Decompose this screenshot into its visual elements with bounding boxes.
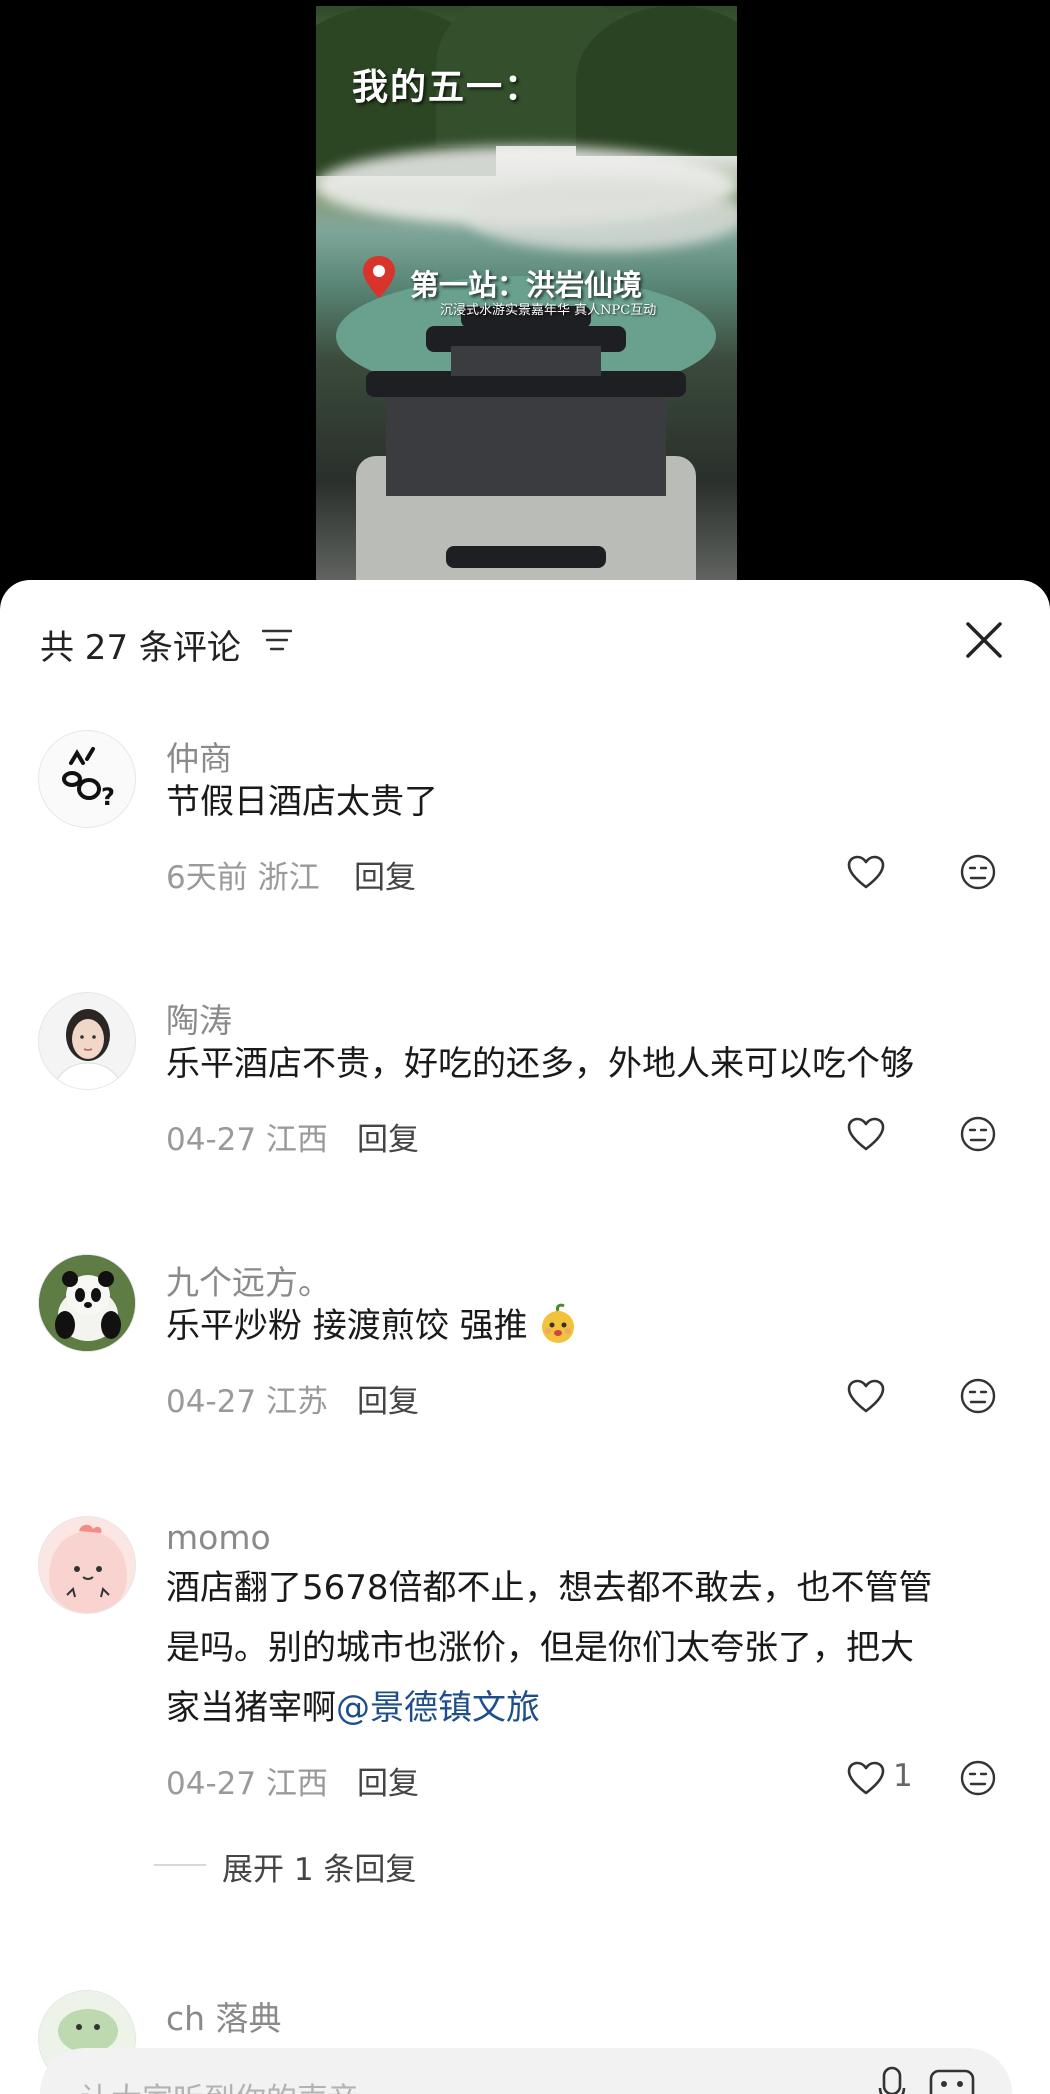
close-icon[interactable] <box>962 618 1006 662</box>
comment-author[interactable]: ch 落典 <box>166 1992 282 2040</box>
comment-input-placeholder[interactable]: 让大家听到你的声音 <box>80 2074 359 2094</box>
video-area[interactable]: 我的五一： 第一站：洪岩仙境 沉浸式水游实景嘉年华 真人NPC互动 <box>0 0 1050 600</box>
heart-icon[interactable] <box>846 854 886 890</box>
heart-icon[interactable] <box>846 1116 886 1152</box>
video-title: 我的五一： <box>352 66 543 108</box>
video-frame[interactable]: 我的五一： 第一站：洪岩仙境 沉浸式水游实景嘉年华 真人NPC互动 <box>316 6 737 600</box>
stop-title: 第一站：洪岩仙境 <box>410 268 643 302</box>
comment-time: 6天前 <box>166 860 248 896</box>
comment-text-content: 乐平炒粉 接渡煎饺 强推 <box>166 1306 528 1346</box>
comment-author[interactable]: momo <box>166 1518 271 1557</box>
avatar[interactable] <box>38 1516 136 1614</box>
comment-location: 浙江 <box>257 860 320 896</box>
comment-text-line: 是吗。别的城市也涨价，但是你们太夸张了，把大 <box>166 1628 914 1668</box>
emoji-reaction-icon[interactable] <box>959 853 997 891</box>
emoji-reaction-icon[interactable] <box>959 1115 997 1153</box>
stop-subtitle: 沉浸式水游实景嘉年华 真人NPC互动 <box>440 303 657 318</box>
reply-button[interactable]: 回复 <box>357 1376 419 1421</box>
comment-text-content: 家当猪宰啊 <box>166 1688 336 1728</box>
reply-button[interactable]: 回复 <box>354 852 416 897</box>
comment-meta: 04-27 江西 <box>166 1758 328 1803</box>
avatar[interactable]: ? <box>38 730 136 828</box>
comment-text: 酒店翻了5678倍都不止，想去都不敢去，也不管管 是吗。别的城市也涨价，但是你们… <box>166 1558 1006 1738</box>
temple-upper <box>451 346 601 376</box>
person-portrait-icon <box>53 1009 123 1089</box>
comment-meta: 04-27 江苏 <box>166 1376 328 1421</box>
comment-text: 乐平酒店不贵，好吃的还多，外地人来可以吃个够 <box>166 1044 914 1084</box>
comment-meta: 6天前 浙江 <box>166 852 320 897</box>
comment-item: ? 仲商 节假日酒店太贵了 6天前 浙江 回复 <box>0 730 1050 970</box>
emoji-reaction-icon[interactable] <box>959 1377 997 1415</box>
gate-roof <box>446 546 606 568</box>
doodle-face-icon: ? <box>62 747 115 811</box>
comment-text-line: 家当猪宰啊@景德镇文旅 <box>166 1678 1006 1738</box>
emoji-mango-icon <box>542 1303 575 1343</box>
location-pin-icon <box>363 256 395 298</box>
pink-mascot-icon <box>39 1517 135 1613</box>
heart-icon[interactable] <box>846 1760 886 1796</box>
comment-time: 04-27 <box>166 1122 257 1158</box>
filter-lines-icon[interactable] <box>262 627 292 653</box>
at-mention-icon[interactable] <box>878 2066 906 2094</box>
avatar[interactable] <box>38 1254 136 1352</box>
sheet-header: 共 27 条评论 <box>0 580 1050 700</box>
comment-time: 04-27 <box>166 1766 257 1802</box>
temple <box>386 386 666 496</box>
reply-button[interactable]: 回复 <box>357 1758 419 1803</box>
image-icon[interactable] <box>928 2068 976 2094</box>
emoji-reaction-icon[interactable] <box>959 1759 997 1797</box>
heart-icon[interactable] <box>846 1378 886 1414</box>
comment-meta: 04-27 江西 <box>166 1114 328 1159</box>
comment-text: 节假日酒店太贵了 <box>166 782 438 822</box>
comment-text-line: 酒店翻了5678倍都不止，想去都不敢去，也不管管 <box>166 1568 933 1608</box>
comment-text: 乐平炒粉 接渡煎饺 强推 <box>166 1296 1006 1356</box>
comment-location: 江西 <box>265 1766 328 1802</box>
expand-divider <box>154 1864 206 1866</box>
comment-sheet: 共 27 条评论 ? 仲商 节假日酒店太贵了 6天前 浙江 回复 陶涛 乐平酒店… <box>0 580 1050 2094</box>
svg-text:?: ? <box>101 783 115 811</box>
avatar[interactable] <box>38 992 136 1090</box>
comment-input-bar[interactable]: 让大家听到你的声音 <box>40 2048 1012 2094</box>
comment-location: 江西 <box>265 1122 328 1158</box>
comment-count: 共 27 条评论 <box>40 628 241 668</box>
mention-link[interactable]: @景德镇文旅 <box>336 1688 540 1728</box>
comment-location: 江苏 <box>265 1384 328 1420</box>
comment-item: momo 酒店翻了5678倍都不止，想去都不敢去，也不管管 是吗。别的城市也涨价… <box>0 1516 1050 1956</box>
panda-icon <box>39 1255 135 1351</box>
mist-cloud <box>466 181 737 251</box>
comment-time: 04-27 <box>166 1384 257 1420</box>
comment-item: 九个远方。 乐平炒粉 接渡煎饺 强推 04-27 江苏 回复 <box>0 1254 1050 1494</box>
comment-item: 陶涛 乐平酒店不贵，好吃的还多，外地人来可以吃个够 04-27 江西 回复 <box>0 992 1050 1232</box>
expand-replies-button[interactable]: 展开 1 条回复 <box>222 1844 416 1889</box>
like-count: 1 <box>893 1758 913 1794</box>
reply-button[interactable]: 回复 <box>357 1114 419 1159</box>
